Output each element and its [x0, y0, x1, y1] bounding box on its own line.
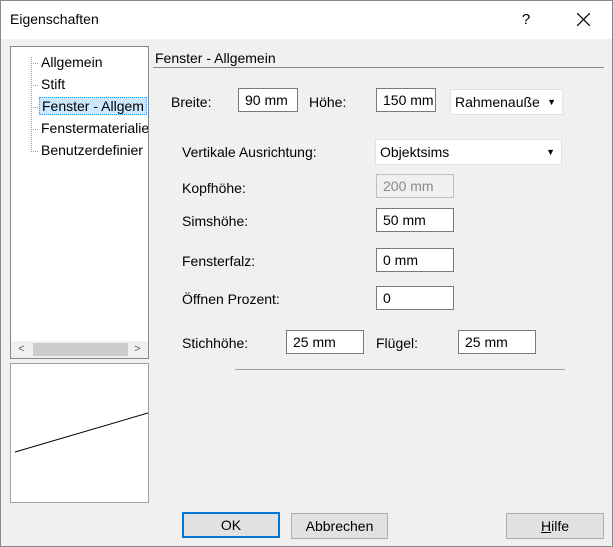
preview-line-drawing: [14, 412, 149, 453]
scrollbar-thumb[interactable]: [33, 343, 128, 356]
help-title-button[interactable]: ?: [506, 1, 546, 39]
fluegel-label: Flügel:: [376, 335, 419, 351]
preview-pane: [10, 363, 149, 503]
hoehe-label: Höhe:: [309, 94, 347, 110]
question-icon: ?: [521, 11, 531, 28]
simshoehe-field[interactable]: 50 mm: [376, 208, 454, 232]
stichhoehe-field[interactable]: 25 mm: [286, 330, 364, 354]
tree-item-label: Fenster - Allgem: [39, 97, 147, 115]
ok-button[interactable]: OK: [182, 512, 280, 538]
kopfhoehe-label: Kopfhöhe:: [182, 180, 246, 196]
breite-label: Breite:: [171, 94, 212, 110]
cancel-button[interactable]: Abbrechen: [291, 513, 388, 539]
chevron-down-icon: ▼: [547, 97, 556, 107]
tree-item-fenstermaterialien[interactable]: Fenstermaterialie: [31, 118, 149, 138]
tree-item-benutzerdefiniert[interactable]: Benutzerdefinier: [31, 140, 145, 160]
properties-dialog: Eigenschaften ? Allgemein Stift Fenster …: [0, 0, 613, 547]
help-button[interactable]: Hilfe: [506, 513, 604, 539]
rahmen-dropdown-value: Rahmenauße: [455, 94, 540, 110]
simshoehe-label: Simshöhe:: [182, 213, 249, 229]
help-button-label: ilfe: [551, 518, 570, 534]
fluegel-field[interactable]: 25 mm: [458, 330, 536, 354]
tree-item-label: Stift: [41, 76, 66, 92]
oeffnen-prozent-label: Öffnen Prozent:: [182, 291, 280, 307]
scroll-left-icon[interactable]: <: [13, 341, 30, 358]
tree-horizontal-scrollbar[interactable]: < >: [11, 341, 148, 358]
category-tree[interactable]: Allgemein Stift Fenster - Allgem Fenster…: [10, 46, 149, 359]
fensterfalz-field[interactable]: 0 mm: [376, 248, 454, 272]
vertikale-ausrichtung-value: Objektsims: [380, 144, 450, 160]
title-bar: Eigenschaften ?: [1, 1, 612, 39]
window-title: Eigenschaften: [10, 11, 99, 27]
fensterfalz-label: Fensterfalz:: [182, 253, 256, 269]
rahmen-dropdown[interactable]: Rahmenauße ▼: [450, 89, 563, 115]
hoehe-field[interactable]: 150 mm: [376, 88, 436, 112]
close-button[interactable]: [561, 1, 607, 39]
tree-item-label: Allgemein: [41, 54, 103, 70]
help-button-accesskey: H: [540, 518, 552, 534]
tree-item-stift[interactable]: Stift: [31, 74, 67, 94]
section-title: Fenster - Allgemein: [155, 50, 276, 66]
breite-field[interactable]: 90 mm: [238, 88, 298, 112]
tree-item-label: Benutzerdefinier: [41, 142, 143, 158]
chevron-down-icon: ▼: [546, 147, 555, 157]
tree-item-label: Fenstermaterialie: [41, 120, 149, 136]
section-divider: [153, 67, 604, 68]
form-divider: [235, 369, 565, 370]
close-icon: [577, 13, 590, 26]
scroll-right-icon[interactable]: >: [129, 341, 146, 358]
tree-item-fenster-allgemein[interactable]: Fenster - Allgem: [31, 96, 147, 116]
tree-item-allgemein[interactable]: Allgemein: [31, 52, 104, 72]
vertikale-ausrichtung-dropdown[interactable]: Objektsims ▼: [375, 139, 562, 165]
oeffnen-prozent-field[interactable]: 0: [376, 286, 454, 310]
vertikale-ausrichtung-label: Vertikale Ausrichtung:: [182, 144, 317, 160]
stichhoehe-label: Stichhöhe:: [182, 335, 249, 351]
kopfhoehe-field: 200 mm: [376, 174, 454, 198]
